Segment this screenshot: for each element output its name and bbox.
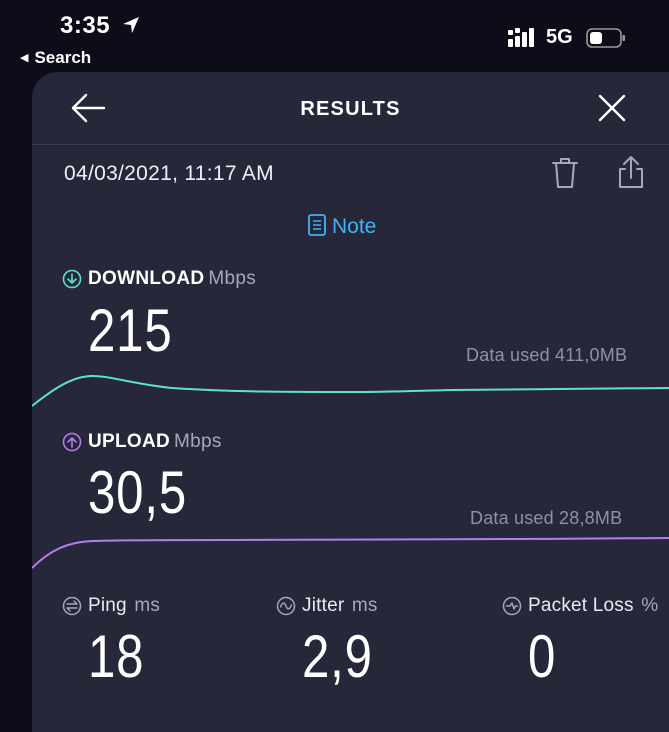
jitter-title: Jitter xyxy=(302,595,345,616)
jitter-label: Jitter ms xyxy=(302,595,378,617)
ping-icon xyxy=(62,596,82,616)
back-app-label: Search xyxy=(34,48,92,67)
ping-title: Ping xyxy=(88,595,127,616)
upload-label: UPLOAD Mbps xyxy=(88,431,222,453)
network-type: 5G xyxy=(546,26,573,48)
upload-title: UPLOAD xyxy=(88,431,171,452)
jitter-unit: ms xyxy=(351,595,378,616)
download-unit: Mbps xyxy=(208,268,257,289)
note-label: Note xyxy=(332,215,377,238)
jitter-value: 2,9 xyxy=(302,623,373,690)
upload-value: 30,5 xyxy=(88,459,188,526)
ping-unit: ms xyxy=(134,595,161,616)
close-icon[interactable] xyxy=(596,92,628,124)
packet-loss-label: Packet Loss % xyxy=(528,595,658,617)
location-arrow-icon xyxy=(123,17,139,33)
ping-value: 18 xyxy=(88,623,145,690)
download-graph xyxy=(32,374,669,407)
back-triangle-icon: ◀ xyxy=(20,52,29,64)
cellular-signal-icon xyxy=(508,28,534,47)
download-value: 215 xyxy=(88,297,173,364)
back-to-app-link[interactable]: ◀ Search xyxy=(20,48,91,68)
share-icon[interactable] xyxy=(616,154,646,190)
jitter-icon xyxy=(276,596,296,616)
download-icon xyxy=(62,269,82,289)
ping-label: Ping ms xyxy=(88,595,160,617)
note-button[interactable]: Note xyxy=(308,214,376,244)
upload-icon xyxy=(62,432,82,452)
download-label: DOWNLOAD Mbps xyxy=(88,268,256,290)
download-title: DOWNLOAD xyxy=(88,268,205,289)
result-date: 04/03/2021, 11:17 AM xyxy=(64,162,274,185)
status-bar: 3:35 ◀ Search 5G xyxy=(0,0,669,72)
status-time: 3:35 xyxy=(60,12,111,39)
upload-graph xyxy=(32,537,669,569)
packet-loss-icon xyxy=(502,596,522,616)
note-icon xyxy=(308,214,326,236)
page-title: RESULTS xyxy=(300,98,401,120)
results-card: RESULTS 04/03/2021, 11:17 AM Note DOWNLO… xyxy=(32,72,669,732)
results-header: RESULTS xyxy=(32,72,669,145)
packet-loss-unit: % xyxy=(641,595,659,616)
packet-loss-title: Packet Loss xyxy=(528,595,634,616)
battery-icon xyxy=(586,28,625,48)
trash-icon[interactable] xyxy=(550,156,580,190)
packet-loss-value: 0 xyxy=(528,623,557,690)
upload-unit: Mbps xyxy=(174,431,222,452)
